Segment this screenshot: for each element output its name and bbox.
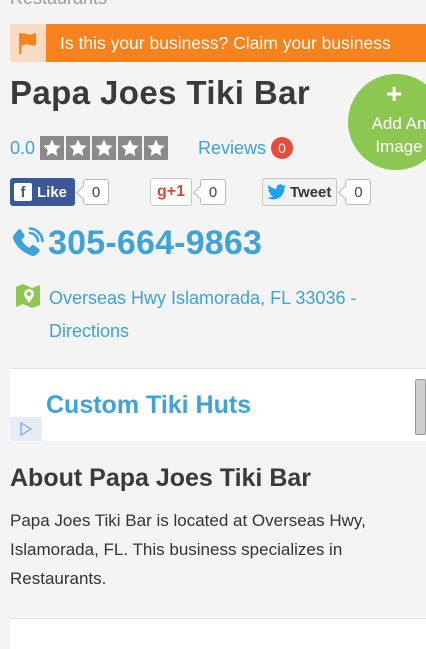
- flag-icon: [10, 24, 46, 62]
- tweet-button[interactable]: Tweet: [262, 178, 338, 206]
- add-image-label: Add An Image: [371, 114, 426, 156]
- twitter-bird-icon: [267, 184, 286, 200]
- plus-icon: +: [386, 78, 403, 109]
- star-icon[interactable]: [144, 136, 169, 160]
- phone-link[interactable]: 305-664-9863: [10, 224, 262, 263]
- star-icon[interactable]: [92, 136, 117, 160]
- reviews-label: Reviews: [198, 137, 267, 158]
- ad-scroll-handle[interactable]: [415, 379, 426, 435]
- twitter-tweet-group: Tweet 0: [262, 178, 372, 206]
- ad-banner[interactable]: Custom Tiki Huts: [10, 368, 426, 441]
- phone-icon: [12, 226, 44, 256]
- google-plus-group: g+1 0: [150, 178, 227, 206]
- tweet-label: Tweet: [290, 183, 332, 201]
- about-heading: About Papa Joes Tiki Bar: [10, 464, 312, 492]
- facebook-like-group: f Like 0: [10, 178, 110, 206]
- add-image-button[interactable]: + Add An Image: [348, 74, 426, 170]
- facebook-like-button[interactable]: f Like: [10, 178, 76, 206]
- rating-row: 0.0: [10, 134, 170, 162]
- facebook-icon: f: [14, 183, 32, 201]
- page-title: Papa Joes Tiki Bar: [10, 74, 311, 111]
- next-section-card: [10, 618, 426, 649]
- rating-value: 0.0: [10, 137, 36, 158]
- address-text: Overseas Hwy Islamorada, FL 33036 - Dire…: [49, 288, 357, 341]
- google-plus-count: 0: [200, 179, 227, 205]
- ad-title[interactable]: Custom Tiki Huts: [46, 391, 251, 420]
- reviews-count-badge: 0: [271, 137, 294, 159]
- map-icon: [16, 284, 40, 308]
- google-plus-label: g+1: [157, 183, 186, 200]
- about-description: Papa Joes Tiki Bar is located at Oversea…: [10, 511, 366, 588]
- claim-business-banner[interactable]: Is this your business? Claim your busine…: [10, 24, 426, 62]
- star-icon[interactable]: [40, 136, 65, 160]
- claim-banner-text: Is this your business? Claim your busine…: [60, 32, 391, 53]
- star-rating[interactable]: [40, 136, 170, 160]
- breadcrumb[interactable]: Restaurants: [10, 0, 107, 9]
- star-icon[interactable]: [66, 136, 91, 160]
- facebook-like-label: Like: [37, 183, 68, 201]
- reviews-link[interactable]: Reviews 0: [198, 137, 294, 159]
- facebook-like-count: 0: [83, 179, 110, 205]
- social-buttons: f Like 0 g+1 0 Tweet 0: [10, 178, 426, 208]
- google-plus-button[interactable]: g+1: [150, 178, 193, 206]
- ad-play-icon[interactable]: [10, 417, 42, 441]
- tweet-count: 0: [345, 179, 372, 205]
- phone-number: 305-664-9863: [48, 224, 263, 262]
- star-icon[interactable]: [118, 136, 143, 160]
